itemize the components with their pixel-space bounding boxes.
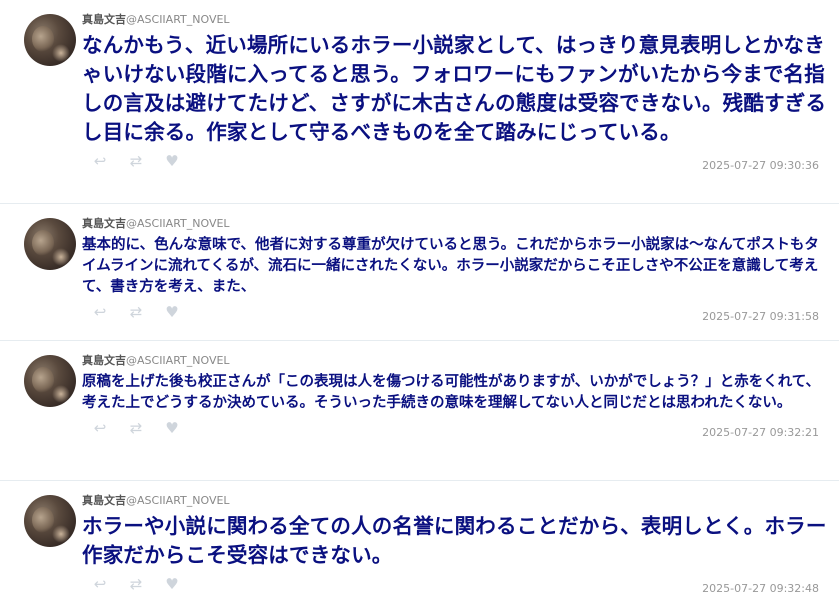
timestamp: 2025-07-27 09:32:21 xyxy=(702,426,819,439)
post-footer: ↩ ⇄ ♥ 2025-07-27 09:32:21 xyxy=(82,414,829,444)
timestamp: 2025-07-27 09:30:36 xyxy=(702,159,819,172)
author-name[interactable]: 真島文吉 xyxy=(82,217,126,230)
post-meta: 真島文吉@ASCIIART_NOVEL xyxy=(82,217,829,231)
post-text: ホラーや小説に関わる全ての人の名誉に関わることだから、表明しとく。ホラー作家だか… xyxy=(82,514,827,567)
avatar[interactable] xyxy=(24,218,76,270)
post: 真島文吉@ASCIIART_NOVEL ホラーや小説に関わる全ての人の名誉に関わ… xyxy=(0,481,839,602)
author-name[interactable]: 真島文吉 xyxy=(82,13,126,26)
post-meta: 真島文吉@ASCIIART_NOVEL xyxy=(82,354,829,368)
post-footer: ↩ ⇄ ♥ 2025-07-27 09:30:36 xyxy=(82,147,829,177)
post-footer: ↩ ⇄ ♥ 2025-07-27 09:32:48 xyxy=(82,570,829,600)
post: 真島文吉@ASCIIART_NOVEL 原稿を上げた後も校正さんが「この表現は人… xyxy=(0,341,839,481)
author-handle[interactable]: @ASCIIART_NOVEL xyxy=(126,217,230,230)
post-meta: 真島文吉@ASCIIART_NOVEL xyxy=(82,13,829,27)
post-footer: ↩ ⇄ ♥ 2025-07-27 09:31:58 xyxy=(82,298,829,328)
post-actions: ↩ ⇄ ♥ xyxy=(92,420,180,436)
repost-icon[interactable]: ⇄ xyxy=(128,576,144,592)
reply-icon[interactable]: ↩ xyxy=(92,304,108,320)
post-actions: ↩ ⇄ ♥ xyxy=(92,304,180,320)
repost-icon[interactable]: ⇄ xyxy=(128,153,144,169)
avatar[interactable] xyxy=(24,355,76,407)
heart-icon[interactable]: ♥ xyxy=(164,304,180,320)
repost-icon[interactable]: ⇄ xyxy=(128,304,144,320)
timestamp: 2025-07-27 09:32:48 xyxy=(702,582,819,595)
heart-icon[interactable]: ♥ xyxy=(164,576,180,592)
post-meta: 真島文吉@ASCIIART_NOVEL xyxy=(82,494,829,508)
heart-icon[interactable]: ♥ xyxy=(164,153,180,169)
avatar[interactable] xyxy=(24,495,76,547)
timeline: 真島文吉@ASCIIART_NOVEL なんかもう、近い場所にいるホラー小説家と… xyxy=(0,0,839,602)
post-actions: ↩ ⇄ ♥ xyxy=(92,576,180,592)
reply-icon[interactable]: ↩ xyxy=(92,153,108,169)
post-text: 原稿を上げた後も校正さんが「この表現は人を傷つける可能性がありますが、いかがでし… xyxy=(82,374,821,411)
author-name[interactable]: 真島文吉 xyxy=(82,354,126,367)
author-name[interactable]: 真島文吉 xyxy=(82,494,126,507)
author-handle[interactable]: @ASCIIART_NOVEL xyxy=(126,494,230,507)
post: 真島文吉@ASCIIART_NOVEL なんかもう、近い場所にいるホラー小説家と… xyxy=(0,0,839,204)
author-handle[interactable]: @ASCIIART_NOVEL xyxy=(126,13,230,26)
post-text: なんかもう、近い場所にいるホラー小説家として、はっきり意見表明しとかなきゃいけな… xyxy=(82,33,827,144)
post-text: 基本的に、色んな意味で、他者に対する尊重が欠けていると思う。これだからホラー小説… xyxy=(82,237,819,295)
reply-icon[interactable]: ↩ xyxy=(92,576,108,592)
post: 真島文吉@ASCIIART_NOVEL 基本的に、色んな意味で、他者に対する尊重… xyxy=(0,204,839,341)
author-handle[interactable]: @ASCIIART_NOVEL xyxy=(126,354,230,367)
post-actions: ↩ ⇄ ♥ xyxy=(92,153,180,169)
heart-icon[interactable]: ♥ xyxy=(164,420,180,436)
avatar[interactable] xyxy=(24,14,76,66)
repost-icon[interactable]: ⇄ xyxy=(128,420,144,436)
reply-icon[interactable]: ↩ xyxy=(92,420,108,436)
timestamp: 2025-07-27 09:31:58 xyxy=(702,310,819,323)
